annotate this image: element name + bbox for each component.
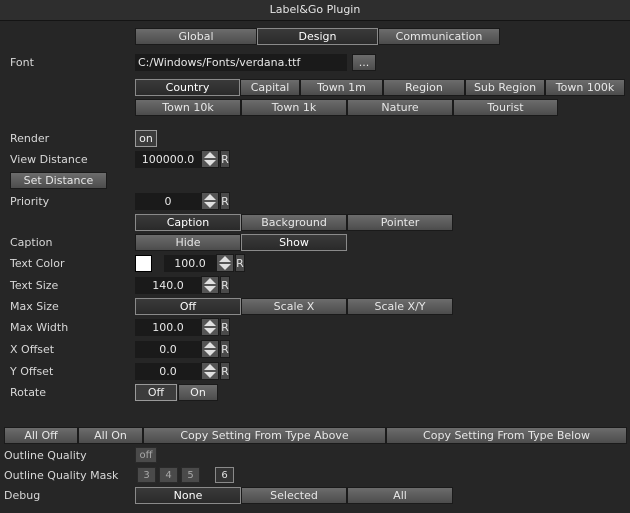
outline-quality-label: Outline Quality (4, 449, 87, 462)
section-pointer[interactable]: Pointer (347, 214, 453, 231)
caption-show-button[interactable]: Show (241, 234, 347, 251)
outline-quality-toggle[interactable]: off (135, 447, 157, 463)
y-offset-spinner[interactable] (201, 362, 219, 380)
rotate-on-button[interactable]: On (178, 384, 218, 401)
type-town-1k[interactable]: Town 1k (241, 99, 347, 116)
x-offset-label: X Offset (10, 343, 55, 356)
y-offset-label: Y Offset (10, 365, 54, 378)
text-color-reset-button[interactable]: R (235, 254, 245, 272)
type-town-10k[interactable]: Town 10k (135, 99, 241, 116)
type-sub-region[interactable]: Sub Region (465, 79, 545, 96)
section-background[interactable]: Background (241, 214, 347, 231)
render-toggle[interactable]: on (135, 130, 157, 147)
window-title: Label&Go Plugin (0, 0, 630, 21)
mask-option-5[interactable]: 5 (181, 467, 200, 483)
max-size-scale-xy[interactable]: Scale X/Y (347, 298, 453, 315)
font-label: Font (10, 56, 34, 69)
set-distance-button[interactable]: Set Distance (10, 172, 107, 189)
caption-hide-button[interactable]: Hide (135, 234, 241, 251)
rotate-off-button[interactable]: Off (135, 384, 177, 401)
type-tourist[interactable]: Tourist (453, 99, 558, 116)
rotate-label: Rotate (10, 386, 47, 399)
tab-global[interactable]: Global (135, 28, 257, 45)
max-size-scale-x[interactable]: Scale X (241, 298, 347, 315)
text-size-reset-button[interactable]: R (220, 276, 230, 294)
caption-label: Caption (10, 236, 53, 249)
debug-label: Debug (4, 489, 41, 502)
mask-option-3[interactable]: 3 (137, 467, 156, 483)
text-size-label: Text Size (10, 279, 59, 292)
view-distance-reset-button[interactable]: R (220, 150, 230, 168)
x-offset-spinner[interactable] (201, 340, 219, 358)
tab-design[interactable]: Design (257, 28, 378, 45)
y-offset-reset-button[interactable]: R (220, 362, 230, 380)
mask-option-4[interactable]: 4 (159, 467, 178, 483)
text-color-label: Text Color (10, 257, 65, 270)
debug-selected[interactable]: Selected (241, 487, 347, 504)
type-town-100k[interactable]: Town 100k (545, 79, 625, 96)
y-offset-field[interactable]: 0.0 (135, 363, 201, 380)
type-region[interactable]: Region (383, 79, 465, 96)
max-width-reset-button[interactable]: R (220, 318, 230, 336)
font-path-field[interactable]: C:/Windows/Fonts/verdana.ttf (135, 54, 347, 71)
text-color-spinner[interactable] (216, 254, 234, 272)
text-color-swatch[interactable] (135, 255, 152, 272)
type-capital[interactable]: Capital (240, 79, 300, 96)
view-distance-spinner[interactable] (201, 150, 219, 168)
type-nature[interactable]: Nature (347, 99, 453, 116)
all-off-button[interactable]: All Off (4, 427, 78, 444)
outline-quality-mask-label: Outline Quality Mask (4, 469, 119, 482)
copy-from-below-button[interactable]: Copy Setting From Type Below (386, 427, 627, 444)
tab-communication[interactable]: Communication (378, 28, 500, 45)
debug-all[interactable]: All (347, 487, 453, 504)
type-country[interactable]: Country (135, 79, 240, 96)
text-size-field[interactable]: 140.0 (135, 277, 201, 294)
section-caption[interactable]: Caption (135, 214, 241, 231)
text-size-spinner[interactable] (201, 276, 219, 294)
priority-spinner[interactable] (201, 192, 219, 210)
text-color-field[interactable]: 100.0 (164, 255, 216, 272)
view-distance-label: View Distance (10, 153, 88, 166)
x-offset-field[interactable]: 0.0 (135, 341, 201, 358)
copy-from-above-button[interactable]: Copy Setting From Type Above (143, 427, 386, 444)
max-size-label: Max Size (10, 300, 59, 313)
priority-label: Priority (10, 195, 50, 208)
mask-option-6[interactable]: 6 (215, 467, 234, 483)
x-offset-reset-button[interactable]: R (220, 340, 230, 358)
max-width-label: Max Width (10, 321, 69, 334)
render-label: Render (10, 132, 50, 145)
font-browse-button[interactable]: ... (352, 54, 376, 71)
priority-reset-button[interactable]: R (220, 192, 230, 210)
all-on-button[interactable]: All On (78, 427, 143, 444)
debug-none[interactable]: None (135, 487, 241, 504)
type-town-1m[interactable]: Town 1m (300, 79, 383, 96)
view-distance-field[interactable]: 100000.0 (135, 151, 201, 168)
max-width-field[interactable]: 100.0 (135, 319, 201, 336)
priority-field[interactable]: 0 (135, 193, 201, 210)
max-width-spinner[interactable] (201, 318, 219, 336)
max-size-off[interactable]: Off (135, 298, 241, 315)
